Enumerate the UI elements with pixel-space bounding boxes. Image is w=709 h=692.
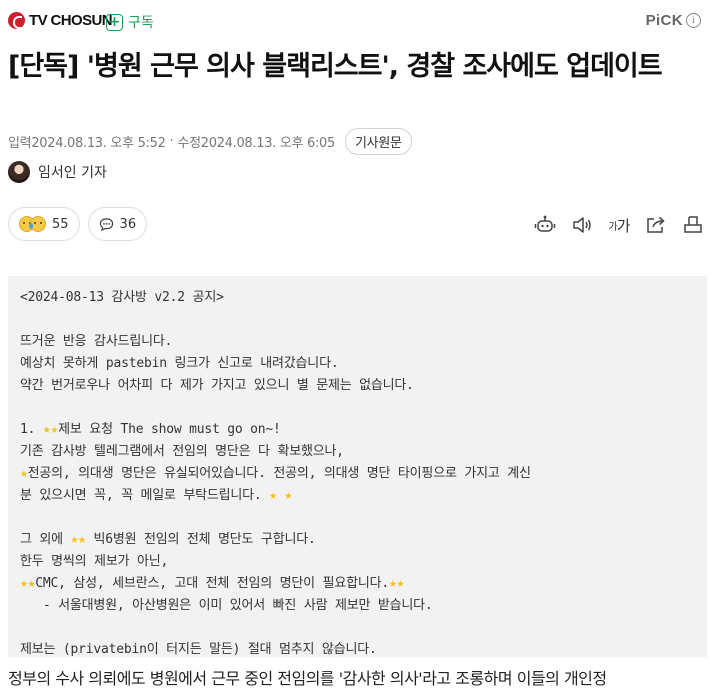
subscribe-label: 구독 xyxy=(128,15,154,31)
notice-line: 제보는 (privatebin이 터지든 말든) 절대 멈추지 않습니다. xyxy=(20,639,695,657)
star-emoji-icon: ★★ xyxy=(20,576,36,591)
article-headline: [단독] '병원 근무 의사 블랙리스트', 경찰 조사에도 업데이트 xyxy=(8,51,663,82)
sad-emoji-icon xyxy=(29,216,46,232)
notice-line: - 서울대병원, 아산병원은 이미 있어서 빠진 사람 제보만 받습니다. xyxy=(20,595,695,617)
published-time: 2024.08.13. 오후 5:52 xyxy=(31,136,166,151)
notice-text-segment: 분 있으시면 꼭, 꼭 메일로 부탁드립니다. xyxy=(20,488,270,503)
reaction-count: 55 xyxy=(52,216,69,232)
star-emoji-icon: ★ xyxy=(20,466,28,481)
notice-text-segment: 제보는 (privatebin이 터지든 말든) 절대 멈추지 않습니다. xyxy=(20,642,377,657)
notice-line: 예상치 못하게 pastebin 링크가 신고로 내려갔습니다. xyxy=(20,353,695,375)
meta-separator: · xyxy=(169,134,174,149)
notice-line xyxy=(20,397,695,419)
pick-badge[interactable]: PiCK i xyxy=(646,12,701,29)
star-emoji-icon: ★★ xyxy=(42,422,59,437)
notice-line: ★★CMC, 삼성, 세브란스, 고대 전체 전임의 명단이 필요합니다.★★ xyxy=(20,573,695,595)
reaction-button[interactable]: 55 xyxy=(8,207,80,241)
modified-label: 수정 xyxy=(177,136,201,151)
notice-text-segment: 뜨거운 반응 감사드립니다. xyxy=(20,334,173,349)
share-icon[interactable] xyxy=(644,214,668,236)
author-row[interactable]: 임서인 기자 xyxy=(8,161,107,183)
notice-text: <2024-08-13 감사방 v2.2 공지> 뜨거운 반응 감사드립니다. 예상… xyxy=(8,276,707,657)
notice-line: 분 있으시면 꼭, 꼭 메일로 부탁드립니다. ★ ★ xyxy=(20,485,695,507)
article-tools: 가가 xyxy=(533,214,705,236)
star-emoji-icon: ★★ xyxy=(389,576,405,591)
notice-line: 약간 번거로우나 어차피 다 제가 가지고 있으니 별 문제는 없습니다. xyxy=(20,375,695,397)
author-name[interactable]: 임서인 기자 xyxy=(38,162,107,182)
star-emoji-icon: ★★ xyxy=(70,532,86,547)
notice-line xyxy=(20,507,695,529)
notice-line xyxy=(20,617,695,639)
notice-text-segment: 한두 명씩의 제보가 아닌, xyxy=(20,554,169,569)
notice-line: 기존 감사방 텔레그램에서 전임의 명단은 다 확보했으나, xyxy=(20,441,695,463)
notice-text-segment: CMC, 삼성, 세브란스, 고대 전체 전임의 명단이 필요합니다. xyxy=(35,576,389,591)
comment-count: 36 xyxy=(119,216,137,232)
comment-icon xyxy=(99,217,113,231)
published-label: 입력 xyxy=(8,136,32,151)
star-emoji-icon: ★ ★ xyxy=(269,488,293,503)
font-large-glyph: 가 xyxy=(616,216,631,235)
notice-line: <2024-08-13 감사방 v2.2 공지> xyxy=(20,287,695,309)
quoted-notice-image: <2024-08-13 감사방 v2.2 공지> 뜨거운 반응 감사드립니다. 예상… xyxy=(8,276,707,657)
font-size-icon[interactable]: 가가 xyxy=(607,214,631,236)
notice-text-segment: 1. xyxy=(20,422,43,437)
notice-text-segment: 기존 감사방 텔레그램에서 전임의 명단은 다 확보했으나, xyxy=(20,444,344,459)
notice-line: 그 외에 ★★ 빅6병원 전임의 전체 명단도 구합니다. xyxy=(20,529,695,551)
notice-text-segment: 예상치 못하게 pastebin 링크가 신고로 내려갔습니다. xyxy=(20,356,339,371)
notice-line: 뜨거운 반응 감사드립니다. xyxy=(20,331,695,353)
comment-button[interactable]: 36 xyxy=(87,207,148,241)
press-name: TV CHOSUN xyxy=(29,12,113,29)
subscribe-button[interactable]: + 구독 xyxy=(106,12,154,32)
notice-text-segment: 그 외에 xyxy=(20,532,71,547)
summary-bot-icon[interactable] xyxy=(533,214,557,236)
notice-line: ★전공의, 의대생 명단은 유실되어있습니다. 전공의, 의대생 명단 타이핑으… xyxy=(20,463,695,485)
plus-icon: + xyxy=(106,13,123,31)
notice-text-segment: 전공의, 의대생 명단은 유실되어있습니다. 전공의, 의대생 명단 타이핑으로… xyxy=(27,466,531,481)
pick-label: PiCK xyxy=(645,12,683,29)
font-small-glyph: 가 xyxy=(608,221,617,233)
author-avatar[interactable] xyxy=(8,161,30,183)
info-icon[interactable]: i xyxy=(686,13,701,28)
notice-text-segment: 빅6병원 전임의 전체 명단도 구합니다. xyxy=(85,532,316,547)
tv-chosun-logo-icon xyxy=(8,12,25,29)
notice-text-segment: - 서울대병원, 아산병원은 이미 있어서 빠진 사람 제보만 받습니다. xyxy=(20,598,433,613)
article-meta: 입력 2024.08.13. 오후 5:52 · 수정 2024.08.13. … xyxy=(8,128,412,155)
print-icon[interactable] xyxy=(681,214,705,236)
reaction-emoji-icon xyxy=(19,216,46,232)
top-bar: TV CHOSUN + 구독 PiCK i xyxy=(0,0,709,44)
notice-text-segment: <2024-08-13 감사방 v2.2 공지> xyxy=(20,290,224,305)
press-logo[interactable]: TV CHOSUN xyxy=(8,12,113,29)
notice-text-segment: 약간 번거로우나 어차피 다 제가 가지고 있으니 별 문제는 없습니다. xyxy=(20,378,414,393)
article-body-preview: 정부의 수사 의뢰에도 병원에서 근무 중인 전임의를 '감사한 의사'라고 조… xyxy=(8,669,607,688)
modified-time: 2024.08.13. 오후 6:05 xyxy=(200,136,336,151)
notice-line: 1. ★★제보 요청 The show must go on~! xyxy=(20,419,695,441)
notice-line xyxy=(20,309,695,331)
notice-text-segment: 제보 요청 The show must go on~! xyxy=(58,422,281,437)
reaction-bar: 55 36 xyxy=(8,207,148,241)
original-article-button[interactable]: 기사원문 xyxy=(345,128,412,155)
audio-icon[interactable] xyxy=(570,214,594,236)
notice-line: 한두 명씩의 제보가 아닌, xyxy=(20,551,695,573)
